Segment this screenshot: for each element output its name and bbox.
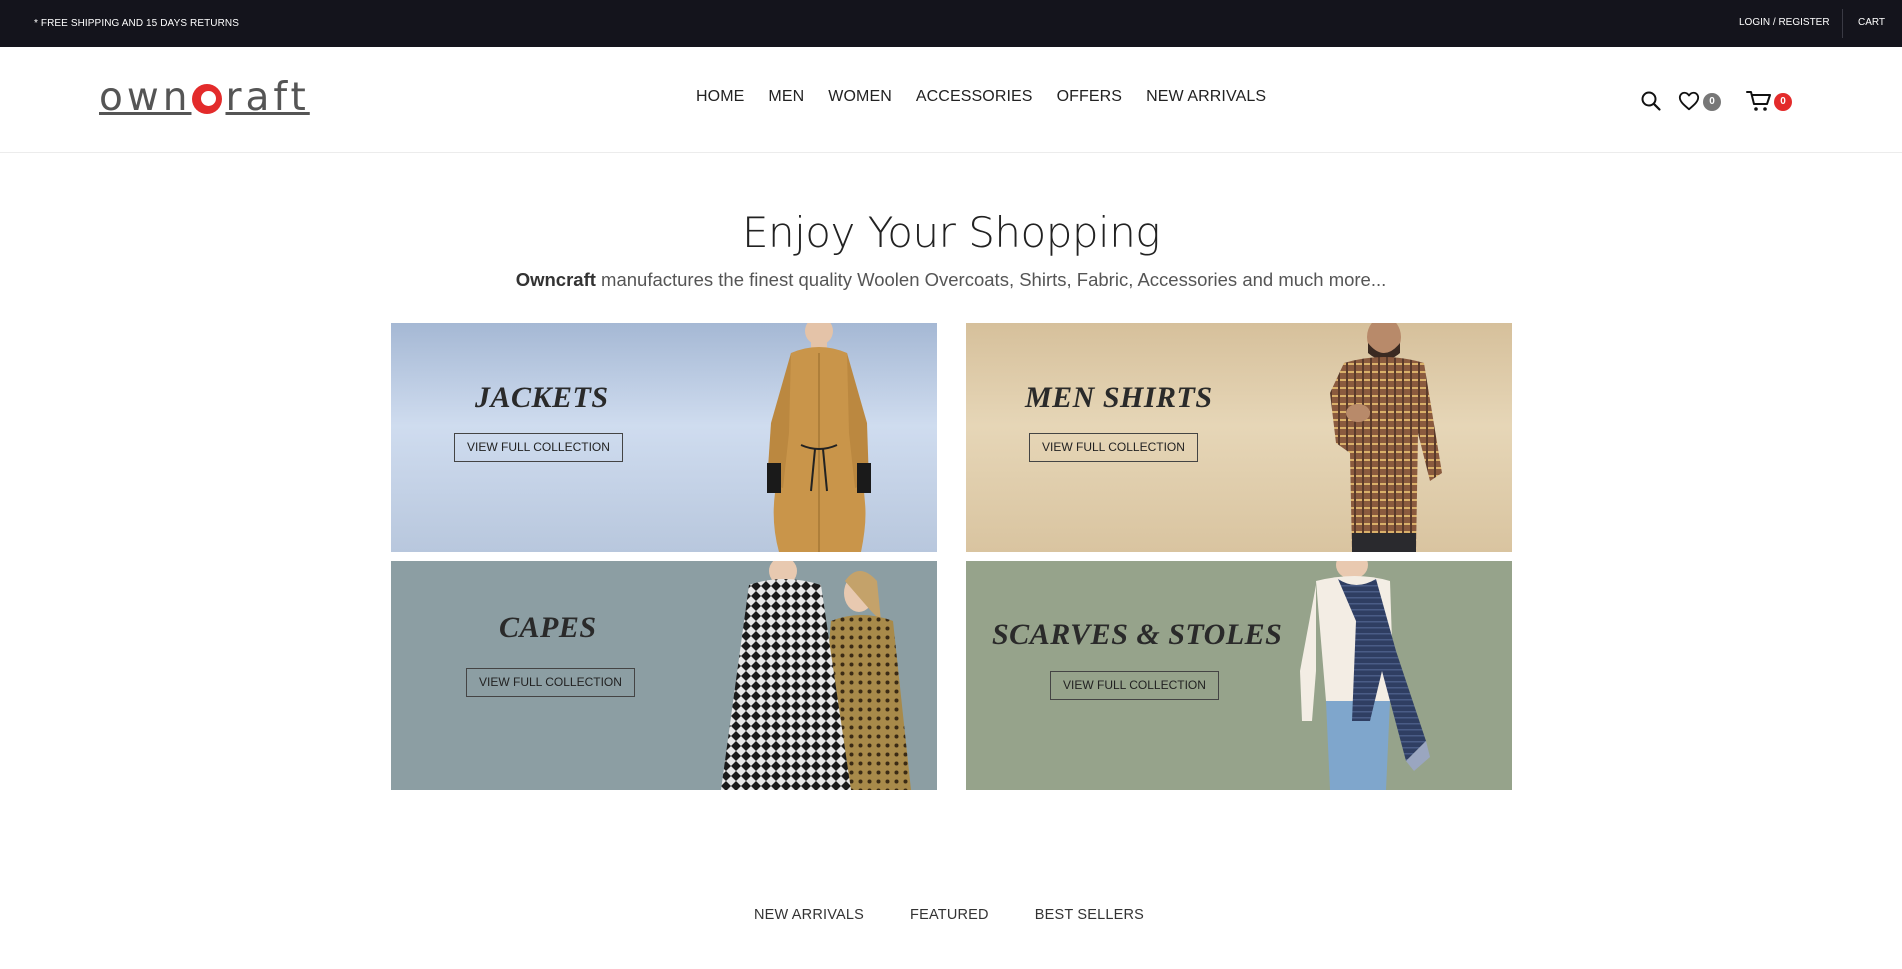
page-title: Enjoy Your Shopping [741, 208, 1161, 257]
view-collection-button[interactable]: VIEW FULL COLLECTION [1050, 671, 1219, 700]
tab-featured[interactable]: FEATURED [910, 907, 989, 923]
banner-men-shirts[interactable]: MEN SHIRTS VIEW FULL COLLECTION [966, 323, 1512, 552]
view-collection-button[interactable]: VIEW FULL COLLECTION [454, 433, 623, 462]
product-tabs: NEW ARRIVALS FEATURED BEST SELLERS [0, 907, 1902, 923]
view-collection-button[interactable]: VIEW FULL COLLECTION [1029, 433, 1198, 462]
topbar-divider [1842, 9, 1843, 38]
login-register-link[interactable]: LOGIN / REGISTER [1739, 17, 1830, 28]
site-header: own raft HOME MEN WOMEN ACCESSORIES OFFER… [0, 47, 1902, 153]
view-collection-button[interactable]: VIEW FULL COLLECTION [466, 668, 635, 697]
hero-subtitle: Owncraft manufactures the finest quality… [0, 269, 1902, 291]
banner-title: MEN SHIRTS [1025, 381, 1213, 414]
banner-capes[interactable]: CAPES VIEW FULL COLLECTION [391, 561, 937, 790]
cart-icon[interactable] [1746, 90, 1772, 112]
banner-title: SCARVES & STOLES [992, 618, 1283, 651]
heart-icon[interactable] [1678, 90, 1700, 112]
topbar-cart-link[interactable]: CART [1858, 17, 1885, 28]
tab-new-arrivals[interactable]: NEW ARRIVALS [754, 907, 864, 923]
scarf-model-image [1300, 561, 1430, 790]
banner-title: JACKETS [475, 381, 609, 414]
capes-models-image [721, 561, 911, 790]
search-icon[interactable] [1640, 90, 1662, 112]
hero-subtitle-text: manufactures the finest quality Woolen O… [595, 269, 1387, 290]
wishlist-count-badge: 0 [1703, 93, 1721, 111]
top-bar: * FREE SHIPPING AND 15 DAYS RETURNS LOGI… [0, 0, 1902, 47]
jacket-model-image [767, 323, 871, 552]
shirt-model-image [1330, 323, 1442, 552]
promo-text: * FREE SHIPPING AND 15 DAYS RETURNS [34, 18, 240, 29]
tab-best-sellers[interactable]: BEST SELLERS [1035, 907, 1144, 923]
header-icons: 0 0 [0, 90, 1902, 120]
banner-title: CAPES [499, 611, 597, 644]
brand-name: Owncraft [515, 269, 596, 290]
banner-scarves-stoles[interactable]: SCARVES & STOLES VIEW FULL COLLECTION [966, 561, 1512, 790]
cart-count-badge: 0 [1774, 93, 1792, 111]
banner-jackets[interactable]: JACKETS VIEW FULL COLLECTION [391, 323, 937, 552]
